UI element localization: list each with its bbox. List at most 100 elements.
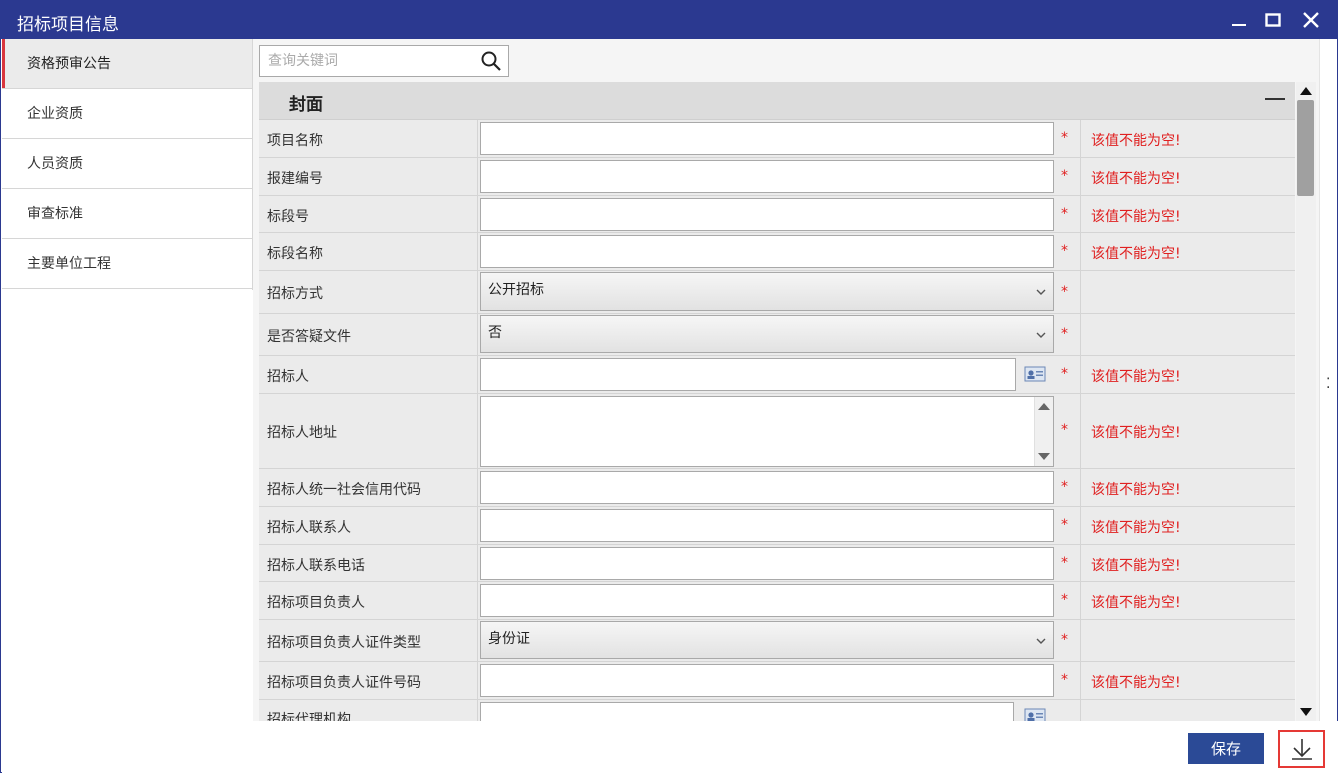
- splitter-handle-icon[interactable]: ⁚: [1326, 376, 1330, 392]
- form-row-tenderer-phone: 招标人联系电话 * 该值不能为空!: [259, 545, 1295, 582]
- collapse-section-button[interactable]: [1265, 98, 1285, 100]
- error-message: 该值不能为空!: [1091, 675, 1181, 691]
- form-row-registration-number: 报建编号 * 该值不能为空!: [259, 158, 1295, 196]
- section-title: 封面: [289, 95, 323, 115]
- app-window: 招标项目信息 资格预审公告 企业资质 人员资质 审查标准 主要单位工程 查询关键…: [0, 0, 1338, 773]
- error-message: 该值不能为空!: [1091, 369, 1181, 385]
- sidebar-item-enterprise-qualification[interactable]: 企业资质: [2, 89, 252, 139]
- leader-id-number-input[interactable]: [480, 664, 1054, 697]
- field-label: 招标项目负责人证件类型: [267, 635, 421, 651]
- sidebar-item-personnel-qualification[interactable]: 人员资质: [2, 139, 252, 189]
- search-input[interactable]: [260, 46, 475, 76]
- chevron-down-icon: [1036, 332, 1046, 338]
- contact-card-icon[interactable]: [1024, 366, 1046, 382]
- search-box: [259, 45, 509, 77]
- form-rows: 项目名称 * 该值不能为空! 报建编号 * 该值不能为空! 标段号 * 该值不能…: [259, 120, 1295, 721]
- section-number-input[interactable]: [480, 198, 1054, 231]
- field-label: 招标项目负责人证件号码: [267, 675, 421, 691]
- select-value: 否: [488, 325, 502, 341]
- form-row-project-leader: 招标项目负责人 * 该值不能为空!: [259, 582, 1295, 620]
- download-button[interactable]: [1278, 730, 1325, 768]
- required-mark: *: [1061, 168, 1068, 184]
- download-icon: [1292, 739, 1312, 760]
- close-icon: [1303, 12, 1319, 28]
- credit-code-input[interactable]: [480, 471, 1054, 504]
- sidebar-item-prequalification-notice[interactable]: 资格预审公告: [2, 39, 252, 89]
- maximize-button[interactable]: [1260, 7, 1286, 33]
- form-row-agency: 招标代理机构: [259, 700, 1295, 721]
- sidebar-item-label: 企业资质: [27, 106, 83, 122]
- error-message: 该值不能为空!: [1091, 209, 1181, 225]
- agency-input[interactable]: [480, 702, 1014, 721]
- section-name-input[interactable]: [480, 235, 1054, 268]
- sidebar-item-main-unit-projects[interactable]: 主要单位工程: [2, 239, 252, 289]
- form-row-tenderer: 招标人 * 该值不能为空!: [259, 356, 1295, 394]
- required-mark: *: [1061, 632, 1068, 648]
- maximize-icon: [1265, 13, 1281, 27]
- scroll-down-arrow-icon[interactable]: [1036, 450, 1052, 464]
- field-label: 招标人联系电话: [267, 558, 365, 574]
- form-row-tenderer-contact: 招标人联系人 * 该值不能为空!: [259, 507, 1295, 545]
- field-label: 招标项目负责人: [267, 595, 365, 611]
- minimize-button[interactable]: [1226, 7, 1252, 33]
- tenderer-contact-input[interactable]: [480, 509, 1054, 542]
- required-mark: *: [1061, 555, 1068, 571]
- form-scrollbar[interactable]: [1296, 82, 1316, 721]
- sidebar-nav: 资格预审公告 企业资质 人员资质 审查标准 主要单位工程: [2, 39, 253, 290]
- required-mark: *: [1061, 243, 1068, 259]
- error-message: 该值不能为空!: [1091, 171, 1181, 187]
- sidebar-item-label: 资格预审公告: [27, 56, 111, 72]
- error-message: 该值不能为空!: [1091, 425, 1181, 441]
- form-row-leader-id-type: 招标项目负责人证件类型 身份证 *: [259, 620, 1295, 662]
- tenderer-address-textarea[interactable]: [480, 396, 1054, 467]
- project-name-input[interactable]: [480, 122, 1054, 155]
- registration-number-input[interactable]: [480, 160, 1054, 193]
- scroll-up-arrow-icon[interactable]: [1298, 84, 1314, 98]
- form-row-leader-id-number: 招标项目负责人证件号码 * 该值不能为空!: [259, 662, 1295, 700]
- section-header: 封面: [259, 82, 1295, 120]
- required-mark: *: [1061, 592, 1068, 608]
- field-label: 是否答疑文件: [267, 329, 351, 345]
- required-mark: *: [1061, 326, 1068, 342]
- tenderer-input[interactable]: [480, 358, 1016, 391]
- scroll-up-arrow-icon[interactable]: [1036, 399, 1052, 413]
- sidebar-item-review-criteria[interactable]: 审查标准: [2, 189, 252, 239]
- required-mark: *: [1061, 422, 1068, 438]
- chevron-down-icon: [1036, 289, 1046, 295]
- scroll-down-arrow-icon[interactable]: [1298, 705, 1314, 719]
- close-button[interactable]: [1298, 7, 1324, 33]
- leader-id-type-select[interactable]: 身份证: [480, 621, 1054, 659]
- tenderer-phone-input[interactable]: [480, 547, 1054, 580]
- field-label: 报建编号: [267, 171, 323, 187]
- scrollbar-thumb[interactable]: [1297, 100, 1314, 196]
- search-icon[interactable]: [480, 50, 502, 72]
- error-message: 该值不能为空!: [1091, 482, 1181, 498]
- bidding-method-select[interactable]: 公开招标: [480, 272, 1054, 311]
- form-row-clarification-file: 是否答疑文件 否 *: [259, 314, 1295, 356]
- select-value: 公开招标: [488, 282, 544, 298]
- field-label: 招标代理机构: [267, 712, 351, 721]
- form-row-tenderer-address: 招标人地址 * 该值不能为空!: [259, 394, 1295, 469]
- clarification-file-select[interactable]: 否: [480, 315, 1054, 353]
- field-label: 招标方式: [267, 286, 323, 302]
- contact-card-icon[interactable]: [1024, 708, 1046, 721]
- form-row-credit-code: 招标人统一社会信用代码 * 该值不能为空!: [259, 469, 1295, 507]
- textarea-scrollbar[interactable]: [1034, 397, 1053, 466]
- title-bar: 招标项目信息: [1, 1, 1337, 39]
- field-label: 招标人: [267, 369, 309, 385]
- field-label: 招标人统一社会信用代码: [267, 482, 421, 498]
- form-row-bidding-method: 招标方式 公开招标 *: [259, 271, 1295, 314]
- field-label: 标段名称: [267, 246, 323, 262]
- sidebar-item-label: 人员资质: [27, 156, 83, 172]
- save-button[interactable]: 保存: [1188, 733, 1264, 764]
- select-value: 身份证: [488, 631, 530, 647]
- form-panel: 封面 项目名称 * 该值不能为空! 报建编号 * 该值不能为空! 标段号 * 该…: [259, 82, 1295, 721]
- field-label: 招标人地址: [267, 425, 337, 441]
- required-mark: *: [1061, 672, 1068, 688]
- sidebar-item-label: 主要单位工程: [27, 256, 111, 272]
- panel-splitter[interactable]: ⁚: [1319, 39, 1337, 721]
- required-mark: *: [1061, 284, 1068, 300]
- field-label: 标段号: [267, 209, 309, 225]
- project-leader-input[interactable]: [480, 584, 1054, 617]
- window-title: 招标项目信息: [17, 15, 119, 35]
